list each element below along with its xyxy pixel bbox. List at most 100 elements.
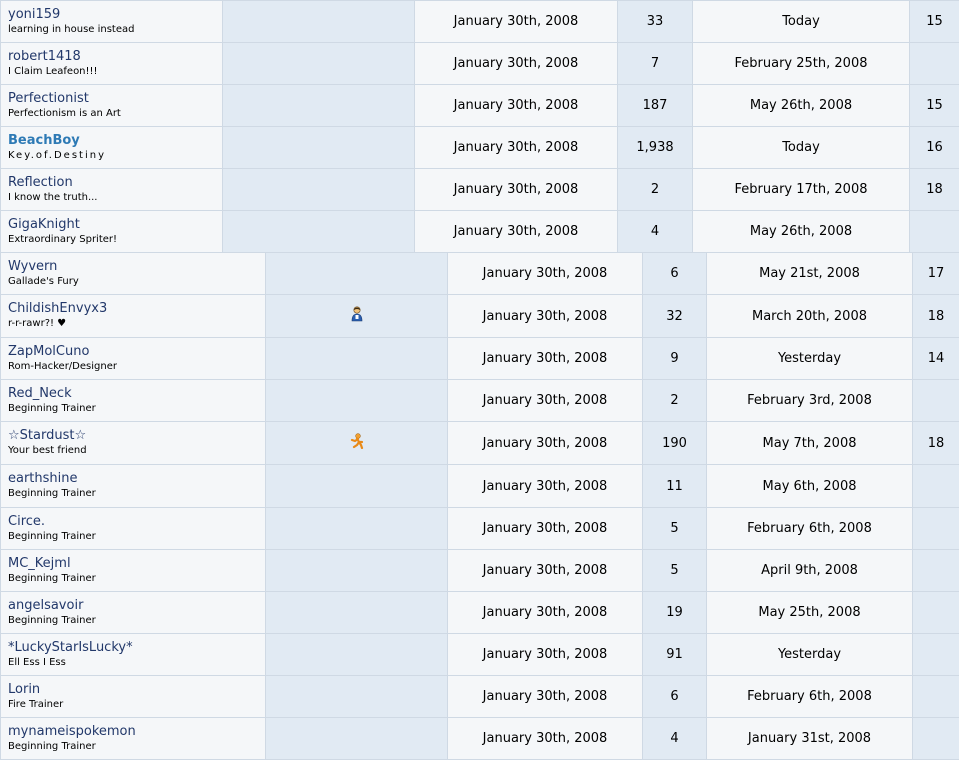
post-count-cell: 2 bbox=[617, 168, 693, 211]
post-count-cell: 1,938 bbox=[617, 126, 693, 169]
post-count-cell: 4 bbox=[617, 210, 693, 253]
member-username-link[interactable]: GigaKnight bbox=[8, 217, 222, 232]
member-username-link[interactable]: ZapMolCuno bbox=[8, 344, 265, 359]
post-count-cell: 32 bbox=[642, 294, 707, 338]
age-cell bbox=[909, 210, 959, 253]
member-cell: Wyvern Gallade's Fury bbox=[0, 252, 266, 295]
member-username-link[interactable]: Reflection bbox=[8, 175, 222, 190]
member-row: angelsavoir Beginning Trainer January 30th… bbox=[0, 591, 959, 634]
im-cell bbox=[265, 675, 448, 718]
member-username-link[interactable]: MC_Kejml bbox=[8, 556, 265, 571]
member-table: yoni159 learning in house instead January … bbox=[0, 0, 959, 253]
im-cell bbox=[265, 379, 448, 422]
member-username-link[interactable]: BeachBoy bbox=[8, 133, 222, 148]
member-username-link[interactable]: ChildishEnvyx3 bbox=[8, 301, 265, 316]
member-cell: Lorin Fire Trainer bbox=[0, 675, 266, 718]
age-cell: 18 bbox=[912, 294, 959, 338]
member-username-link[interactable]: earthshine bbox=[8, 471, 265, 486]
last-visit-cell: Today bbox=[692, 0, 910, 43]
age-cell bbox=[912, 633, 959, 676]
age-cell bbox=[912, 549, 959, 592]
join-date-cell: January 30th, 2008 bbox=[447, 421, 643, 465]
age-cell: 18 bbox=[909, 168, 959, 211]
member-username-link[interactable]: Red_Neck bbox=[8, 386, 265, 401]
member-cell: Reflection I know the truth... bbox=[0, 168, 223, 211]
last-visit-cell: February 25th, 2008 bbox=[692, 42, 910, 85]
post-count-cell: 5 bbox=[642, 507, 707, 550]
member-row: MC_Kejml Beginning Trainer January 30th, 2… bbox=[0, 549, 959, 592]
member-cell: mynameispokemon Beginning Trainer bbox=[0, 717, 266, 760]
member-row: earthshine Beginning Trainer January 30th,… bbox=[0, 464, 959, 508]
last-visit-cell: Yesterday bbox=[706, 337, 913, 380]
aim-running-man-icon[interactable] bbox=[349, 433, 365, 453]
member-usertitle: Key.of.Destiny bbox=[8, 149, 106, 161]
member-username-link[interactable]: Wyvern bbox=[8, 259, 265, 274]
member-cell: ZapMolCuno Rom-Hacker/Designer bbox=[0, 337, 266, 380]
last-visit-cell: May 26th, 2008 bbox=[692, 210, 910, 253]
member-cell: GigaKnight Extraordinary Spriter! bbox=[0, 210, 223, 253]
member-username-link[interactable]: Circe. bbox=[8, 514, 265, 529]
join-date-cell: January 30th, 2008 bbox=[414, 0, 618, 43]
post-count-cell: 6 bbox=[642, 675, 707, 718]
member-username-link[interactable]: mynameispokemon bbox=[8, 724, 265, 739]
im-cell bbox=[265, 337, 448, 380]
age-cell: 14 bbox=[912, 337, 959, 380]
aim-buddy-icon[interactable] bbox=[349, 306, 365, 326]
age-cell: 16 bbox=[909, 126, 959, 169]
member-usertitle: Fire Trainer bbox=[8, 698, 64, 710]
last-visit-cell: Today bbox=[692, 126, 910, 169]
member-cell: MC_Kejml Beginning Trainer bbox=[0, 549, 266, 592]
last-visit-cell: April 9th, 2008 bbox=[706, 549, 913, 592]
join-date-cell: January 30th, 2008 bbox=[414, 168, 618, 211]
member-usertitle: Perfectionism is an Art bbox=[8, 107, 121, 119]
im-cell bbox=[265, 252, 448, 295]
last-visit-cell: February 3rd, 2008 bbox=[706, 379, 913, 422]
member-row: ☆Stardust☆ Your best friend January 30th, … bbox=[0, 421, 959, 465]
member-username-link[interactable]: angelsavoir bbox=[8, 598, 265, 613]
post-count-cell: 4 bbox=[642, 717, 707, 760]
member-cell: Circe. Beginning Trainer bbox=[0, 507, 266, 550]
post-count-cell: 11 bbox=[642, 464, 707, 508]
last-visit-cell: February 17th, 2008 bbox=[692, 168, 910, 211]
member-username-link[interactable]: *LuckyStarIsLucky* bbox=[8, 640, 265, 655]
member-cell: Red_Neck Beginning Trainer bbox=[0, 379, 266, 422]
im-cell bbox=[265, 717, 448, 760]
member-usertitle: Beginning Trainer bbox=[8, 402, 96, 414]
age-cell bbox=[912, 717, 959, 760]
im-cell bbox=[265, 464, 448, 508]
join-date-cell: January 30th, 2008 bbox=[447, 337, 643, 380]
im-cell bbox=[265, 421, 448, 465]
join-date-cell: January 30th, 2008 bbox=[414, 126, 618, 169]
post-count-cell: 6 bbox=[642, 252, 707, 295]
member-cell: ChildishEnvyx3 r-r-rawr?! ♥ bbox=[0, 294, 266, 338]
im-cell bbox=[265, 591, 448, 634]
join-date-cell: January 30th, 2008 bbox=[447, 294, 643, 338]
member-username-link[interactable]: ☆Stardust☆ bbox=[8, 428, 265, 443]
member-usertitle: r-r-rawr?! ♥ bbox=[8, 318, 67, 329]
join-date-cell: January 30th, 2008 bbox=[447, 717, 643, 760]
member-row: Perfectionist Perfectionism is an Art Janu… bbox=[0, 84, 959, 127]
member-username-link[interactable]: yoni159 bbox=[8, 7, 222, 22]
im-cell bbox=[222, 42, 415, 85]
age-cell bbox=[912, 464, 959, 508]
member-cell: *LuckyStarIsLucky* Ell Ess I Ess bbox=[0, 633, 266, 676]
member-username-link[interactable]: Perfectionist bbox=[8, 91, 222, 106]
member-username-link[interactable]: robert1418 bbox=[8, 49, 222, 64]
member-cell: yoni159 learning in house instead bbox=[0, 0, 223, 43]
member-usertitle: Gallade's Fury bbox=[8, 275, 79, 287]
im-cell bbox=[222, 210, 415, 253]
member-usertitle: Beginning Trainer bbox=[8, 488, 96, 499]
post-count-cell: 33 bbox=[617, 0, 693, 43]
post-count-cell: 9 bbox=[642, 337, 707, 380]
member-row: Red_Neck Beginning Trainer January 30th, 2… bbox=[0, 379, 959, 422]
join-date-cell: January 30th, 2008 bbox=[447, 549, 643, 592]
member-usertitle: I know the truth... bbox=[8, 191, 98, 203]
join-date-cell: January 30th, 2008 bbox=[447, 675, 643, 718]
join-date-cell: January 30th, 2008 bbox=[447, 633, 643, 676]
join-date-cell: January 30th, 2008 bbox=[414, 210, 618, 253]
post-count-cell: 5 bbox=[642, 549, 707, 592]
member-username-link[interactable]: Lorin bbox=[8, 682, 265, 697]
member-row: BeachBoy Key.of.Destiny January 30th, 2008… bbox=[0, 126, 959, 169]
member-usertitle: Extraordinary Spriter! bbox=[8, 233, 118, 245]
member-cell: earthshine Beginning Trainer bbox=[0, 464, 266, 508]
